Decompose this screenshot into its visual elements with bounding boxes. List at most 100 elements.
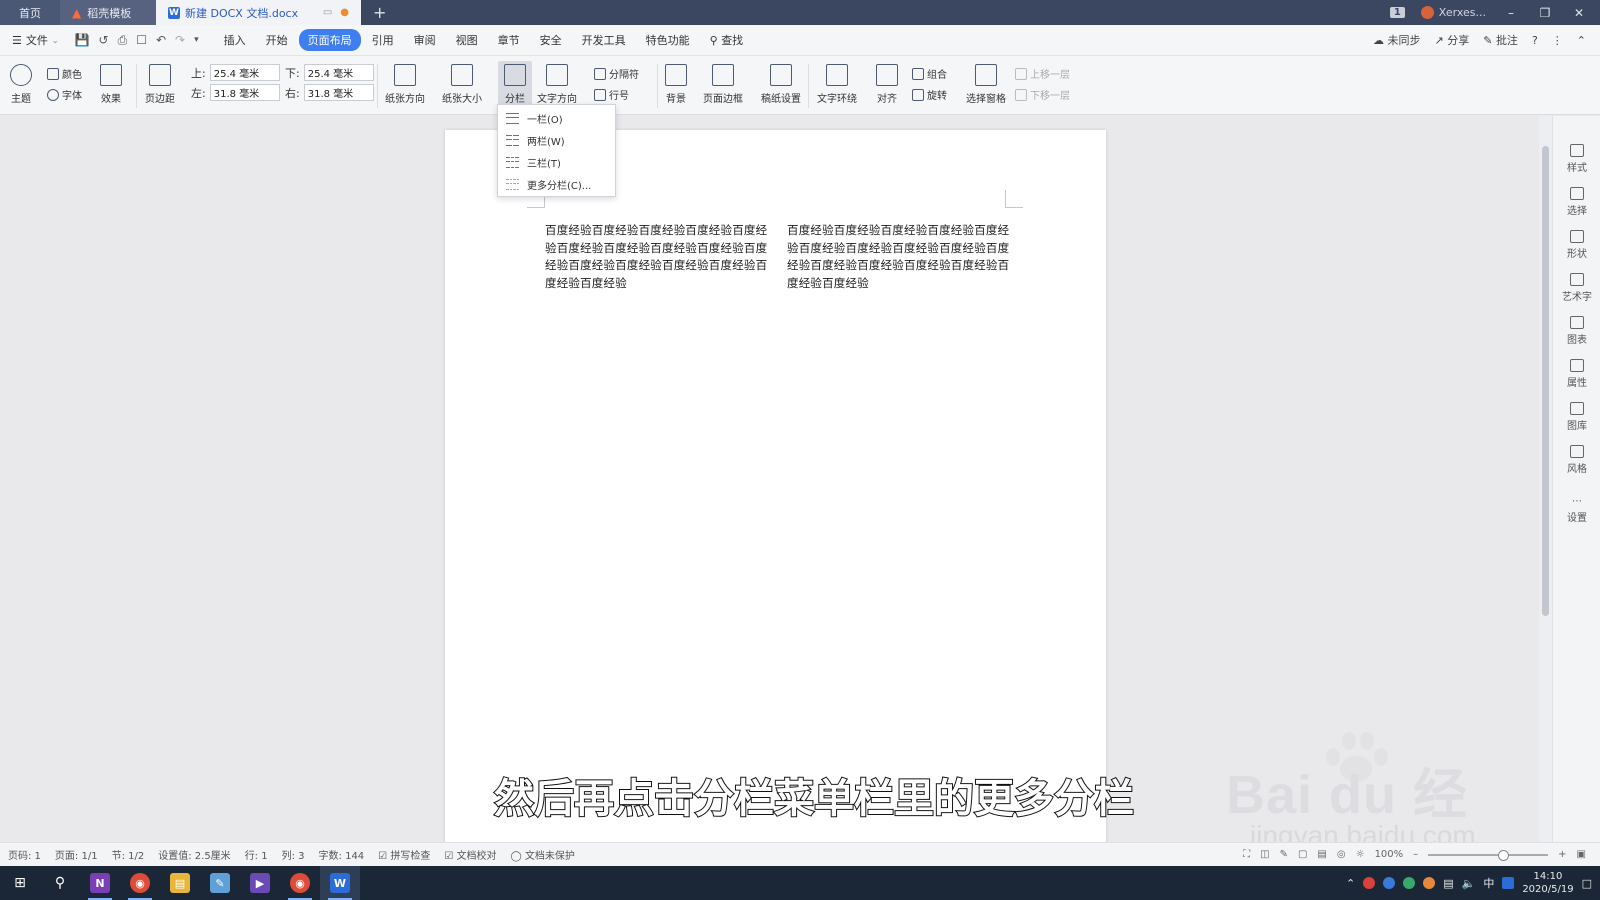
tray-app-icon[interactable]: [1403, 877, 1416, 889]
sidebar-item-style[interactable]: 样式: [1553, 144, 1600, 174]
menu-chapter[interactable]: 章节: [489, 29, 529, 51]
share-button[interactable]: ↗ 分享: [1435, 32, 1470, 48]
manuscript-button[interactable]: 稿纸设置: [761, 56, 801, 105]
protection-button[interactable]: ◯ 文档未保护: [510, 847, 574, 862]
font-button[interactable]: 字体: [47, 87, 82, 102]
menu-developer[interactable]: 开发工具: [573, 29, 635, 51]
taskbar-wps-writer[interactable]: W: [320, 866, 360, 900]
edit-mode-icon[interactable]: ✎: [1280, 849, 1288, 860]
top-margin-input[interactable]: [209, 64, 280, 81]
margins-button[interactable]: 页边距: [145, 56, 175, 105]
ime-indicator[interactable]: 中: [1483, 875, 1494, 891]
taskbar-file-explorer[interactable]: ▤: [160, 866, 200, 900]
sync-button[interactable]: ☁ 未同步: [1373, 32, 1421, 48]
tray-expand-icon[interactable]: ⌃: [1346, 877, 1355, 890]
menu-item-three-columns[interactable]: 三栏(T): [498, 151, 615, 173]
sidebar-item-gallery[interactable]: 图库: [1553, 402, 1600, 432]
status-pages[interactable]: 页面: 1/1: [55, 847, 98, 862]
menu-view[interactable]: 视图: [447, 29, 487, 51]
undo-icon[interactable]: ↶: [156, 33, 166, 47]
zoom-in-button[interactable]: +: [1558, 849, 1566, 860]
save-icon[interactable]: 💾: [75, 33, 90, 47]
send-backward-button[interactable]: 下移一层: [1015, 87, 1070, 102]
rotate-button[interactable]: 旋转: [912, 87, 947, 102]
window-count-badge[interactable]: 1: [1389, 7, 1405, 18]
outline-view-icon[interactable]: ▤: [1317, 849, 1326, 860]
print-preview-icon[interactable]: ☐: [136, 33, 147, 47]
menu-item-more-columns[interactable]: 更多分栏(C)...: [498, 173, 615, 195]
tray-app-icon[interactable]: [1423, 877, 1436, 889]
eye-protect-icon[interactable]: ☼: [1356, 849, 1365, 860]
effect-button[interactable]: 效果: [100, 56, 122, 105]
status-word-count[interactable]: 字数: 144: [319, 847, 365, 862]
new-tab-button[interactable]: +: [361, 0, 398, 25]
user-account[interactable]: Xerxes...: [1420, 6, 1486, 19]
left-margin-input[interactable]: [209, 84, 280, 101]
page-border-button[interactable]: 页面边框: [703, 56, 743, 105]
zoom-out-button[interactable]: –: [1413, 849, 1418, 860]
system-clock[interactable]: 14:10 2020/5/19: [1522, 870, 1573, 896]
sidebar-item-settings[interactable]: ⋯ 设置: [1553, 496, 1600, 524]
zoom-level[interactable]: 100%: [1375, 849, 1404, 860]
theme-button[interactable]: 主题: [10, 56, 32, 105]
orientation-button[interactable]: 纸张方向: [385, 56, 425, 105]
menu-special[interactable]: 特色功能: [637, 29, 699, 51]
line-number-button[interactable]: 行号: [594, 87, 629, 102]
menu-page-layout[interactable]: 页面布局: [298, 29, 361, 51]
fullscreen-icon[interactable]: ⛶: [1243, 849, 1250, 860]
tab-templates[interactable]: ▲ 稻壳模板: [60, 0, 156, 25]
status-row[interactable]: 行: 1: [245, 847, 268, 862]
taskbar-chrome-2[interactable]: ◉: [280, 866, 320, 900]
close-button[interactable]: ✕: [1570, 6, 1588, 20]
more-icon[interactable]: ⋮: [1552, 34, 1563, 47]
color-button[interactable]: 颜色: [47, 66, 82, 81]
menu-review[interactable]: 审阅: [405, 29, 445, 51]
qq-icon[interactable]: [1502, 877, 1515, 889]
status-section[interactable]: 节: 1/2: [112, 847, 145, 862]
read-mode-icon[interactable]: ◫: [1260, 849, 1269, 860]
sidebar-item-properties[interactable]: 属性: [1553, 359, 1600, 389]
taskbar-onenote[interactable]: N: [80, 866, 120, 900]
comment-button[interactable]: ✎ 批注: [1483, 32, 1518, 48]
text-direction-button[interactable]: 文字方向: [537, 56, 577, 105]
tray-app-icon[interactable]: [1363, 877, 1376, 889]
customize-icon[interactable]: ▾: [194, 35, 199, 45]
taskbar-media-player[interactable]: ▶: [240, 866, 280, 900]
sidebar-item-theme-style[interactable]: 风格: [1553, 445, 1600, 475]
status-column[interactable]: 列: 3: [282, 847, 305, 862]
scrollbar-thumb[interactable]: [1542, 146, 1549, 616]
volume-icon[interactable]: 🔈: [1462, 877, 1476, 890]
separator-button[interactable]: 分隔符: [594, 66, 639, 81]
status-setting-value[interactable]: 设置值: 2.5厘米: [158, 847, 230, 862]
print-icon[interactable]: ⎙: [118, 33, 128, 48]
align-button[interactable]: 对齐: [876, 56, 898, 105]
minimize-button[interactable]: –: [1502, 6, 1520, 20]
search-button[interactable]: ⚲ 查找: [701, 29, 753, 51]
columns-button[interactable]: 分栏: [498, 61, 532, 109]
taskbar-chrome[interactable]: ◉: [120, 866, 160, 900]
menu-insert[interactable]: 插入: [215, 29, 255, 51]
help-icon[interactable]: ?: [1532, 34, 1538, 47]
notification-icon[interactable]: □: [1582, 877, 1592, 890]
selection-pane-button[interactable]: 选择窗格: [966, 56, 1006, 105]
spell-check-button[interactable]: ☑ 拼写检查: [378, 847, 430, 862]
background-button[interactable]: 背景: [665, 56, 687, 105]
menu-item-two-columns[interactable]: 两栏(W): [498, 129, 615, 151]
menu-security[interactable]: 安全: [531, 29, 571, 51]
zoom-slider[interactable]: [1428, 849, 1549, 861]
sidebar-item-chart[interactable]: 图表: [1553, 316, 1600, 346]
tray-app-icon[interactable]: [1383, 877, 1396, 889]
sidebar-item-wordart[interactable]: 艺术字: [1553, 273, 1600, 303]
sidebar-item-select[interactable]: 选择: [1553, 187, 1600, 217]
page-view-icon[interactable]: ▢: [1298, 849, 1307, 860]
menu-home[interactable]: 开始: [257, 29, 297, 51]
text-wrap-button[interactable]: 文字环绕: [817, 56, 857, 105]
monitor-icon[interactable]: ▭: [323, 7, 332, 18]
bring-forward-button[interactable]: 上移一层: [1015, 66, 1070, 81]
taskbar-notepad[interactable]: ✎: [200, 866, 240, 900]
start-button[interactable]: ⊞: [0, 866, 40, 900]
fit-page-icon[interactable]: ▣: [1577, 849, 1586, 860]
text-column-2[interactable]: 百度经验百度经验百度经验百度经验百度经验百度经验百度经验百度经验百度经验百度经验…: [787, 222, 1011, 292]
restore-button[interactable]: ❐: [1536, 6, 1554, 20]
right-margin-input[interactable]: [303, 84, 374, 101]
